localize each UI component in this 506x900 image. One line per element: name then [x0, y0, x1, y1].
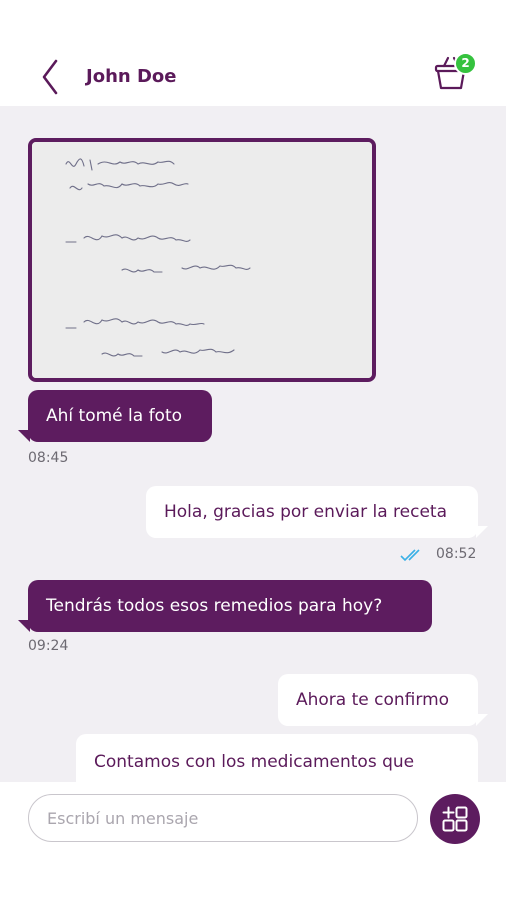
- chat-header: [0, 0, 506, 106]
- message-incoming[interactable]: Tendrás todos esos remedios para hoy?: [28, 580, 432, 632]
- message-time: 09:24: [28, 638, 69, 654]
- back-button[interactable]: [38, 58, 68, 96]
- attach-button[interactable]: [430, 794, 480, 844]
- grid-plus-icon: [442, 806, 468, 832]
- message-text: Ahora te confirmo: [296, 690, 450, 710]
- message-text: Tendrás todos esos remedios para hoy?: [46, 596, 383, 616]
- message-outgoing[interactable]: Hola, gracias por enviar la receta: [146, 486, 478, 538]
- contact-name[interactable]: John Doe: [86, 66, 176, 87]
- prescription-photo[interactable]: [28, 138, 376, 382]
- chevron-left-icon: [42, 59, 58, 95]
- message-outgoing[interactable]: Ahora te confirmo: [278, 674, 478, 726]
- message-time: 08:45: [28, 450, 69, 466]
- message-time: 08:52: [436, 546, 477, 562]
- message-text: Hola, gracias por enviar la receta: [164, 502, 447, 522]
- read-ticks-icon: [400, 549, 420, 562]
- message-text: Contamos con los medicamentos que: [94, 752, 415, 772]
- message-incoming[interactable]: Ahí tomé la foto: [28, 390, 212, 442]
- cart-count-badge: 2: [454, 52, 477, 75]
- message-input[interactable]: [28, 794, 418, 842]
- message-text: Ahí tomé la foto: [46, 406, 183, 426]
